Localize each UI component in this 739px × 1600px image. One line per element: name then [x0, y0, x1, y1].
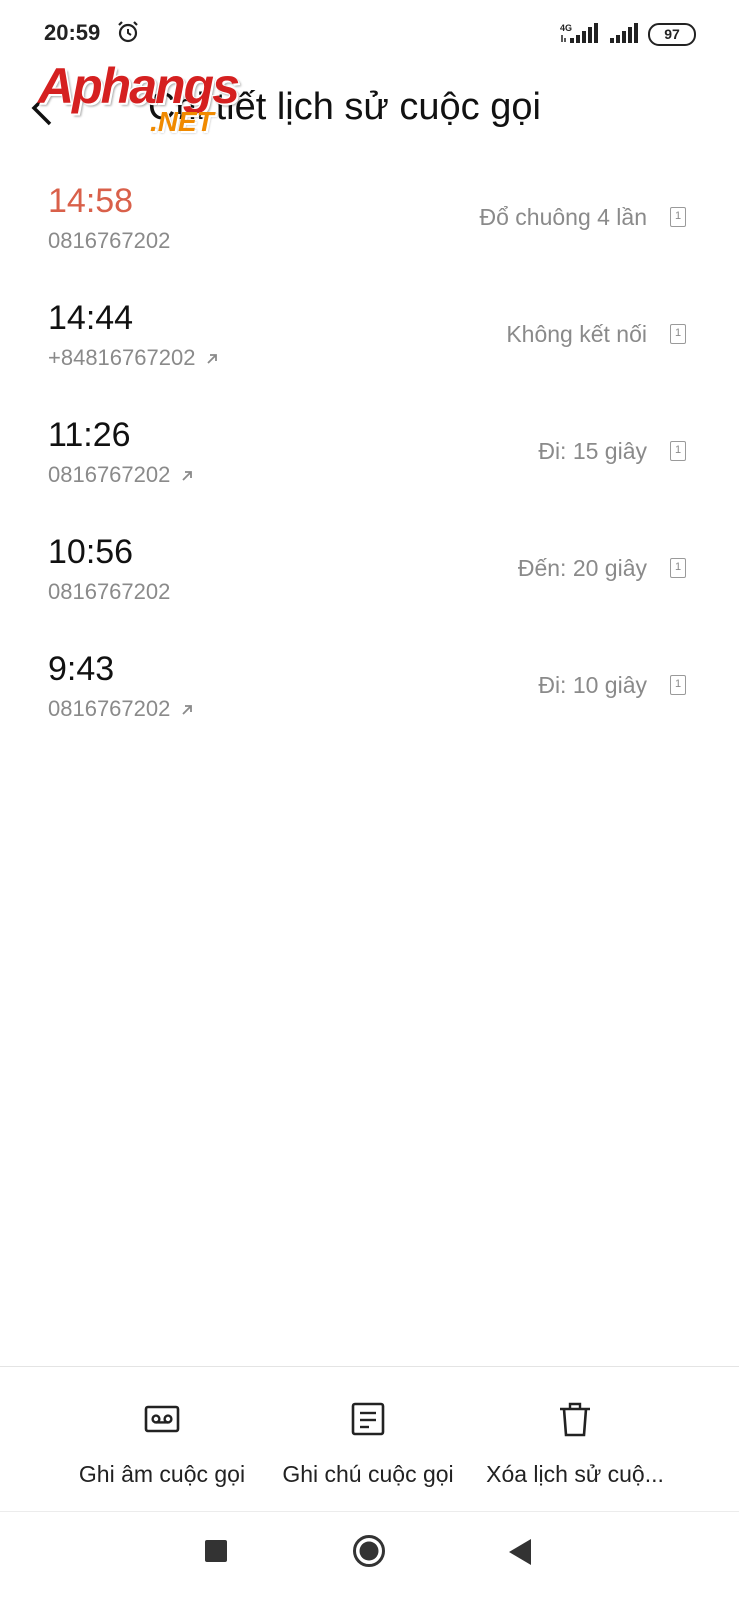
status-bar: 20:59 4G 97 [0, 0, 739, 60]
call-status: Đổ chuông 4 lần [479, 204, 647, 230]
call-number: 0816767202 [48, 462, 194, 488]
sim-card-icon: 1 [670, 441, 686, 461]
call-item[interactable]: 10:56 0816767202 Đến: 20 giây 1 [0, 521, 739, 638]
call-history-list: 14:58 0816767202 Đổ chuông 4 lần 1 14:44… [0, 170, 739, 755]
call-time: 11:26 [48, 416, 131, 454]
call-item[interactable]: 14:58 0816767202 Đổ chuông 4 lần 1 [0, 170, 739, 287]
call-item[interactable]: 14:44 +84816767202 Không kết nối 1 [0, 287, 739, 404]
call-number-text: 0816767202 [48, 228, 171, 253]
call-number-text: 0816767202 [48, 579, 171, 604]
call-time: 14:58 [48, 182, 134, 220]
call-number-text: +84816767202 [48, 345, 196, 370]
call-note-label: Ghi chú cuộc gọi [282, 1461, 454, 1487]
call-number: 0816767202 [48, 228, 170, 254]
call-number: 0816767202 [48, 696, 194, 722]
network-label: 4G [560, 23, 572, 33]
call-number-text: 0816767202 [48, 696, 171, 721]
call-time: 9:43 [48, 650, 115, 688]
note-icon [351, 1402, 385, 1436]
sim-card-icon: 1 [670, 324, 686, 344]
record-call-button[interactable]: Ghi âm cuộc gọi [57, 1367, 267, 1511]
recents-square-icon[interactable] [205, 1540, 227, 1562]
outgoing-arrow-icon [182, 705, 193, 715]
alarm-icon [118, 21, 138, 43]
sim-card-icon: 1 [670, 675, 686, 695]
status-time: 20:59 [44, 20, 101, 45]
call-time: 14:44 [48, 299, 134, 337]
cassette-icon [144, 1405, 180, 1433]
call-note-button[interactable]: Ghi chú cuộc gọi [263, 1367, 473, 1511]
trash-icon [560, 1402, 590, 1437]
call-item[interactable]: 11:26 0816767202 Đi: 15 giây 1 [0, 404, 739, 521]
call-number: 0816767202 [48, 579, 170, 605]
sim-card-icon: 1 [670, 558, 686, 578]
outgoing-arrow-icon [182, 471, 193, 481]
call-status: Đi: 10 giây [538, 672, 647, 698]
delete-history-label: Xóa lịch sử cuộ... [486, 1461, 664, 1487]
call-status: Không kết nối [506, 321, 647, 347]
watermark-logo: Aphangs .NET [38, 58, 268, 138]
home-circle-icon[interactable] [352, 1534, 386, 1568]
call-status: Đến: 20 giây [517, 555, 647, 581]
action-bar: Ghi âm cuộc gọi Ghi chú cuộc gọi Xóa lịc… [0, 1367, 739, 1511]
signal-4g-icon: 4G [560, 23, 598, 43]
call-number-text: 0816767202 [48, 462, 171, 487]
call-number: +84816767202 [48, 345, 219, 371]
navigation-bar [0, 1512, 739, 1600]
call-status: Đi: 15 giây [538, 438, 647, 464]
sim-card-icon: 1 [670, 207, 686, 227]
record-call-label: Ghi âm cuộc gọi [78, 1461, 246, 1487]
signal-icon [610, 23, 638, 43]
watermark-sub: .NET [150, 106, 214, 137]
outgoing-arrow-icon [207, 354, 218, 364]
delete-history-button[interactable]: Xóa lịch sử cuộ... [470, 1367, 680, 1511]
call-item[interactable]: 9:43 0816767202 Đi: 10 giây 1 [0, 638, 739, 755]
call-time: 10:56 [48, 533, 134, 571]
battery-indicator: 97 [648, 23, 696, 46]
back-triangle-icon[interactable] [506, 1537, 534, 1567]
